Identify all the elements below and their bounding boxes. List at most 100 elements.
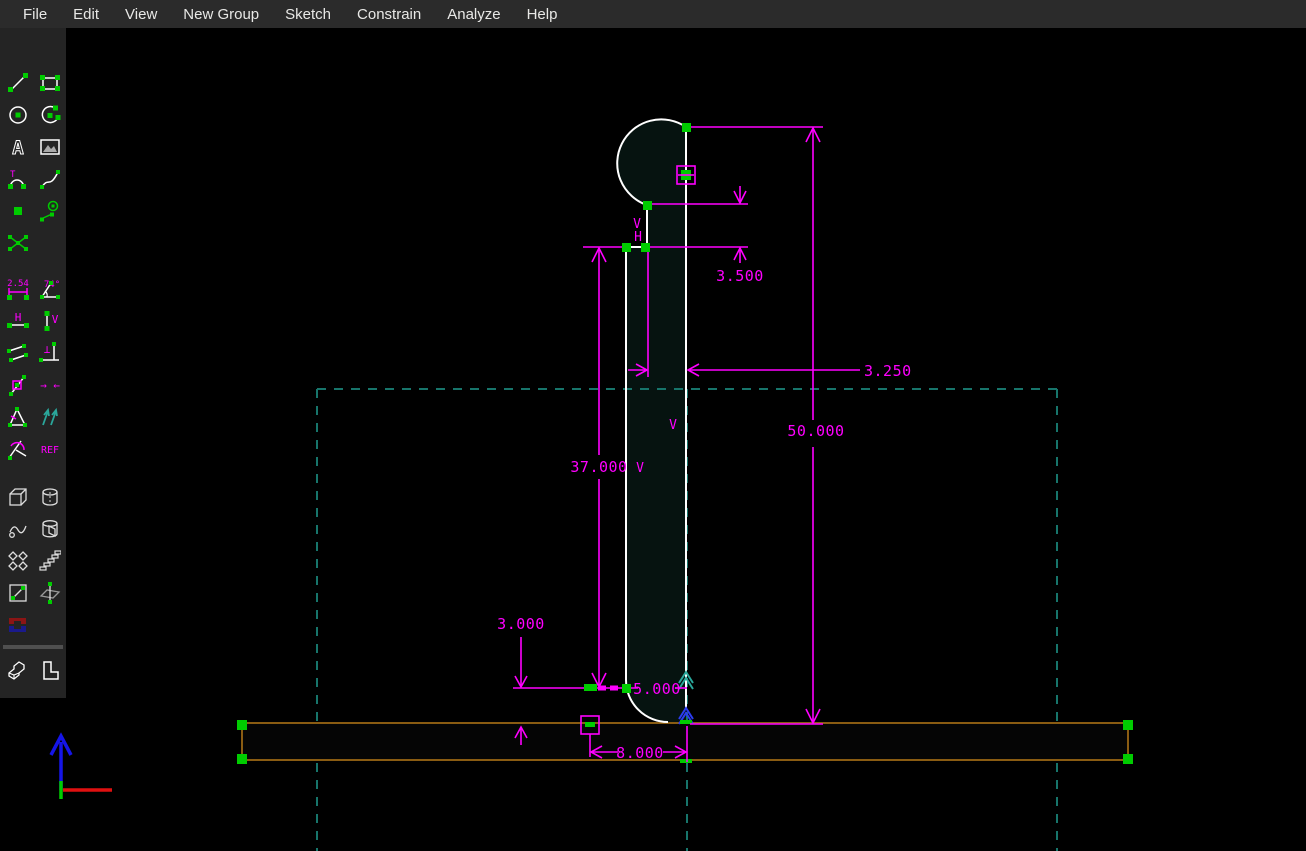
- nearest-iso-view-button[interactable]: [5, 658, 31, 684]
- construction-button[interactable]: [37, 198, 63, 224]
- constraint-label-h-step[interactable]: H: [634, 230, 642, 245]
- symmetric-constraint-button[interactable]: → ←: [37, 372, 63, 398]
- reference-dimension-button[interactable]: REF: [37, 436, 63, 462]
- image-tool-button[interactable]: [37, 134, 63, 160]
- angle-dimension-icon: 74°: [39, 278, 61, 300]
- arc-icon: [39, 104, 61, 126]
- constraint-label-v-right[interactable]: V: [669, 418, 677, 433]
- point-on-line-button[interactable]: [5, 372, 31, 398]
- step-translating-button[interactable]: [37, 548, 63, 574]
- cubic-spline-icon: [39, 168, 61, 190]
- dim-text-50: 50.000: [787, 422, 844, 440]
- svg-text:V: V: [52, 313, 59, 326]
- line-segment-button[interactable]: [5, 70, 31, 96]
- link-assembly-button[interactable]: [5, 612, 31, 638]
- svg-text:REF: REF: [41, 445, 59, 456]
- horizontal-constraint-button[interactable]: H: [5, 308, 31, 334]
- split-curves-button[interactable]: [5, 230, 31, 256]
- vertical-constraint-button[interactable]: V: [37, 308, 63, 334]
- workplane-button[interactable]: [37, 580, 63, 606]
- dimension-5[interactable]: 5.000: [513, 680, 687, 698]
- dim-text-3: 3.000: [497, 615, 545, 633]
- menu-sketch[interactable]: Sketch: [272, 2, 344, 27]
- plate-corner-point: [1123, 720, 1133, 730]
- nearest-iso-view-icon: [7, 660, 29, 682]
- cubic-spline-button[interactable]: [37, 166, 63, 192]
- extrude-icon: [7, 486, 29, 508]
- svg-text:T: T: [10, 170, 16, 180]
- distance-dimension-icon: 2.54: [7, 278, 29, 300]
- align-view-button[interactable]: [37, 658, 63, 684]
- text-tool-button[interactable]: A: [5, 134, 31, 160]
- arc-button[interactable]: [37, 102, 63, 128]
- plate-corner-point: [237, 754, 247, 764]
- rectangle-icon: [39, 72, 61, 94]
- svg-text:A: A: [12, 137, 24, 158]
- tangent-arc-icon: T: [7, 168, 29, 190]
- base-plate-rectangle[interactable]: [237, 720, 1133, 764]
- step-rotating-icon: [7, 550, 29, 572]
- point-on-line-constraint-icon: [7, 374, 29, 396]
- revolve-button[interactable]: [5, 516, 31, 542]
- menu-bar: File Edit View New Group Sketch Constrai…: [0, 0, 1306, 28]
- reference-tick: [680, 759, 692, 763]
- rectangle-button[interactable]: [37, 70, 63, 96]
- menu-view[interactable]: View: [112, 2, 170, 27]
- tangent-arc-button[interactable]: T: [5, 166, 31, 192]
- tangent-constraint-button[interactable]: [5, 436, 31, 462]
- image-icon: [39, 136, 61, 158]
- parallel-normals-constraint-icon: [39, 406, 61, 428]
- svg-text:→ ←: → ←: [40, 379, 60, 392]
- text-icon: A: [7, 136, 29, 158]
- reference-dimension-icon: REF: [39, 438, 61, 460]
- angle-dimension-button[interactable]: 74°: [37, 276, 63, 302]
- dimension-50[interactable]: 50.000: [690, 127, 845, 724]
- circle-icon: [7, 104, 29, 126]
- menu-constrain[interactable]: Constrain: [344, 2, 434, 27]
- sketch-point: [622, 684, 631, 693]
- extrude-button[interactable]: [5, 484, 31, 510]
- svg-text:H: H: [15, 311, 22, 324]
- dimension-37[interactable]: 37.000: [570, 247, 627, 687]
- helix-button[interactable]: [37, 516, 63, 542]
- equal-constraint-icon: [7, 406, 29, 428]
- perpendicular-constraint-icon: ⊥: [39, 342, 61, 364]
- menu-analyze[interactable]: Analyze: [434, 2, 513, 27]
- line-segment-icon: [7, 72, 29, 94]
- constraint-label-v-left[interactable]: V: [636, 461, 644, 476]
- menu-edit[interactable]: Edit: [60, 2, 112, 27]
- parallel-normals-button[interactable]: [37, 404, 63, 430]
- lathe-button[interactable]: [37, 484, 63, 510]
- helix-icon: [39, 518, 61, 540]
- dim-text-37: 37.000: [570, 458, 627, 476]
- sketch-in-workplane-button[interactable]: [5, 580, 31, 606]
- circle-button[interactable]: [5, 102, 31, 128]
- distance-dimension-button[interactable]: 2.54: [5, 276, 31, 302]
- horizontal-constraint-icon: H: [7, 310, 29, 332]
- parallel-constraint-icon: [7, 342, 29, 364]
- axes-indicator: [51, 736, 112, 799]
- vertical-constraint-icon: V: [39, 310, 61, 332]
- equal-constraint-button[interactable]: [5, 404, 31, 430]
- link-assembly-icon: [7, 614, 29, 636]
- step-translating-icon: [39, 550, 61, 572]
- menu-help[interactable]: Help: [514, 2, 571, 27]
- lathe-icon: [39, 486, 61, 508]
- workplane-icon: [39, 582, 61, 604]
- plate-corner-point: [237, 720, 247, 730]
- sketch-canvas[interactable]: 50.000 37.000 3.500 3.: [0, 0, 1306, 851]
- menu-file[interactable]: File: [10, 2, 60, 27]
- parallel-constraint-button[interactable]: [5, 340, 31, 366]
- step-rotating-button[interactable]: [5, 548, 31, 574]
- toolbar: A T: [0, 28, 66, 698]
- split-curves-icon: [7, 232, 29, 254]
- menu-new-group[interactable]: New Group: [170, 2, 272, 27]
- revolve-icon: [7, 518, 29, 540]
- tangent-constraint-icon: [7, 438, 29, 460]
- svg-text:⊥: ⊥: [44, 343, 51, 356]
- symmetric-constraint-icon: → ←: [39, 374, 61, 396]
- dim-text-5: 5.000: [633, 680, 681, 698]
- datum-point-icon: [7, 200, 29, 222]
- datum-point-button[interactable]: [5, 198, 31, 224]
- perpendicular-constraint-button[interactable]: ⊥: [37, 340, 63, 366]
